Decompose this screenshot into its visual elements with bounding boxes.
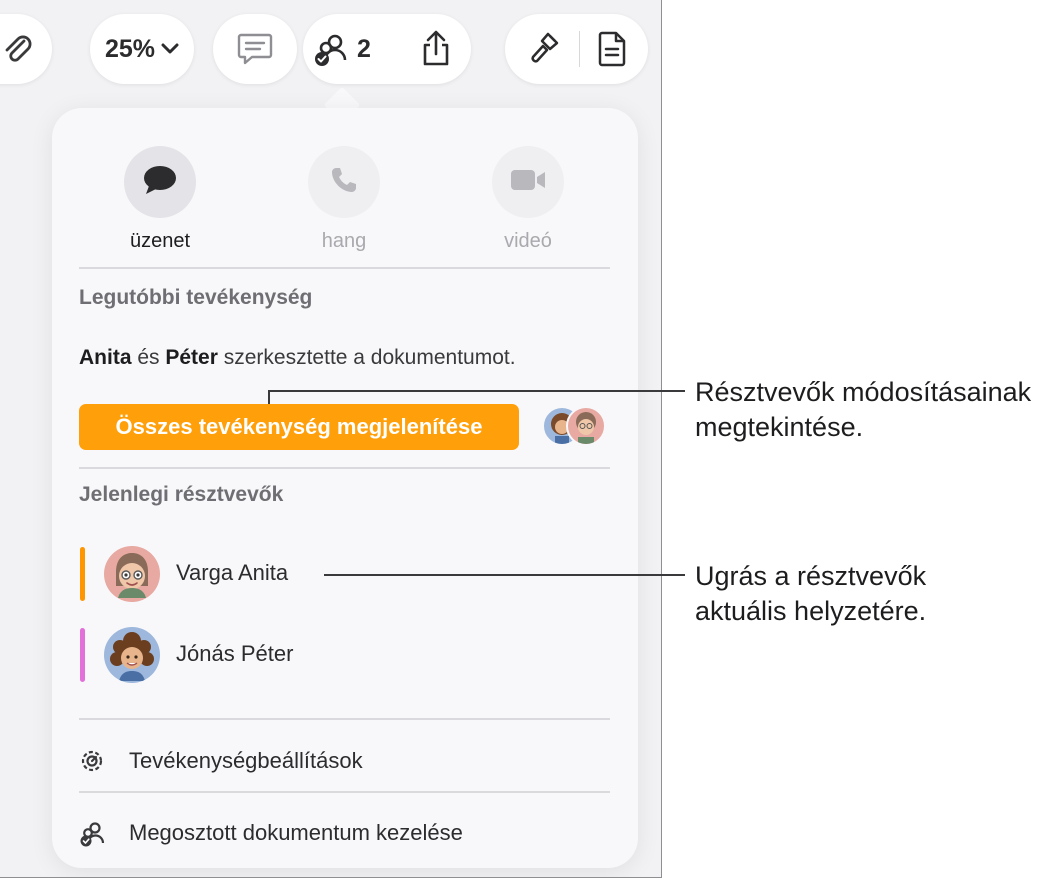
activity-summary-rest: szerkesztette a dokumentumot.	[223, 346, 516, 369]
share-button[interactable]	[419, 30, 453, 68]
divider	[79, 267, 610, 269]
comment-icon	[236, 31, 274, 67]
video-label: videó	[504, 230, 552, 252]
zoom-menu-button[interactable]: 25%	[90, 14, 194, 84]
callout-line-text: megtekintése.	[695, 412, 864, 442]
recent-activity-title: Legutóbbi tevékenység	[79, 286, 313, 309]
participant-name: Varga Anita	[176, 560, 289, 585]
message-button[interactable]: üzenet	[100, 146, 220, 253]
participant-color-bar	[80, 547, 85, 601]
voice-label: hang	[321, 230, 367, 252]
callout-leader-line	[324, 574, 685, 576]
callout-view-changes: Résztvevők módosításainak megtekintése.	[695, 375, 1031, 445]
participant-name: Jónás Péter	[176, 641, 294, 666]
tools-pill	[505, 14, 648, 84]
collaboration-icon	[313, 30, 351, 68]
toolbar-divider	[578, 31, 581, 67]
participant-row[interactable]: Jónás Péter	[79, 626, 379, 684]
manage-shared-document-label: Megosztott dokumentum kezelése	[129, 820, 463, 845]
comment-button[interactable]	[213, 14, 297, 84]
format-brush-button[interactable]	[526, 30, 562, 68]
app-screen: 25% 2 üzenet hang videó Legutóbbi tevéke…	[0, 0, 662, 878]
collaboration-popover: üzenet hang videó Legutóbbi tevékenység …	[52, 108, 638, 868]
voice-call-button[interactable]: hang	[284, 146, 404, 253]
message-label: üzenet	[129, 230, 191, 252]
voice-circle	[308, 146, 380, 218]
document-icon	[597, 30, 627, 68]
callout-line-text: aktuális helyzetére.	[695, 596, 927, 626]
video-circle	[492, 146, 564, 218]
divider	[79, 791, 610, 793]
video-camera-icon	[509, 167, 547, 198]
attach-button[interactable]	[0, 14, 52, 84]
show-all-activity-button[interactable]: Összes tevékenység megjelenítése	[79, 404, 519, 450]
callout-leader-line	[268, 390, 685, 392]
callout-jump-to: Ugrás a résztvevők aktuális helyzetére.	[695, 559, 926, 629]
message-circle	[124, 146, 196, 218]
collaboration-pill: 2	[303, 14, 471, 84]
recent-editors-avatars	[542, 406, 612, 448]
manage-shared-document-item[interactable]: Megosztott dokumentum kezelése	[79, 812, 610, 852]
document-button[interactable]	[597, 30, 627, 68]
message-bubble-icon	[142, 164, 178, 201]
paperclip-icon	[2, 32, 32, 66]
divider	[79, 718, 610, 720]
share-icon	[419, 30, 453, 68]
editor-name-1: Anita	[79, 346, 132, 369]
avatar	[104, 546, 160, 602]
avatar	[104, 627, 160, 683]
callout-leader-tick	[268, 390, 270, 404]
video-call-button[interactable]: videó	[468, 146, 588, 253]
collaboration-button[interactable]: 2	[313, 30, 371, 68]
chevron-down-icon	[161, 43, 179, 55]
callout-line-text: Résztvevők módosításainak	[695, 377, 1032, 407]
activity-settings-icon	[79, 748, 105, 779]
collaborator-count: 2	[357, 34, 371, 63]
callout-line-text: Ugrás a résztvevők	[695, 561, 927, 591]
paintbrush-icon	[526, 30, 562, 68]
avatar	[566, 406, 606, 446]
conjunction: és	[137, 346, 160, 369]
activity-summary: Anita és Péter szerkesztette a dokumentu…	[79, 346, 516, 370]
phone-icon	[329, 165, 359, 200]
participant-color-bar	[80, 628, 85, 682]
editor-name-2: Péter	[165, 346, 218, 369]
current-participants-title: Jelenlegi résztvevők	[79, 483, 284, 506]
divider	[79, 467, 610, 469]
activity-settings-label: Tevékenységbeállítások	[129, 748, 363, 773]
activity-settings-item[interactable]: Tevékenységbeállítások	[79, 740, 610, 780]
zoom-level: 25%	[104, 34, 156, 63]
manage-collaboration-icon	[79, 820, 107, 853]
